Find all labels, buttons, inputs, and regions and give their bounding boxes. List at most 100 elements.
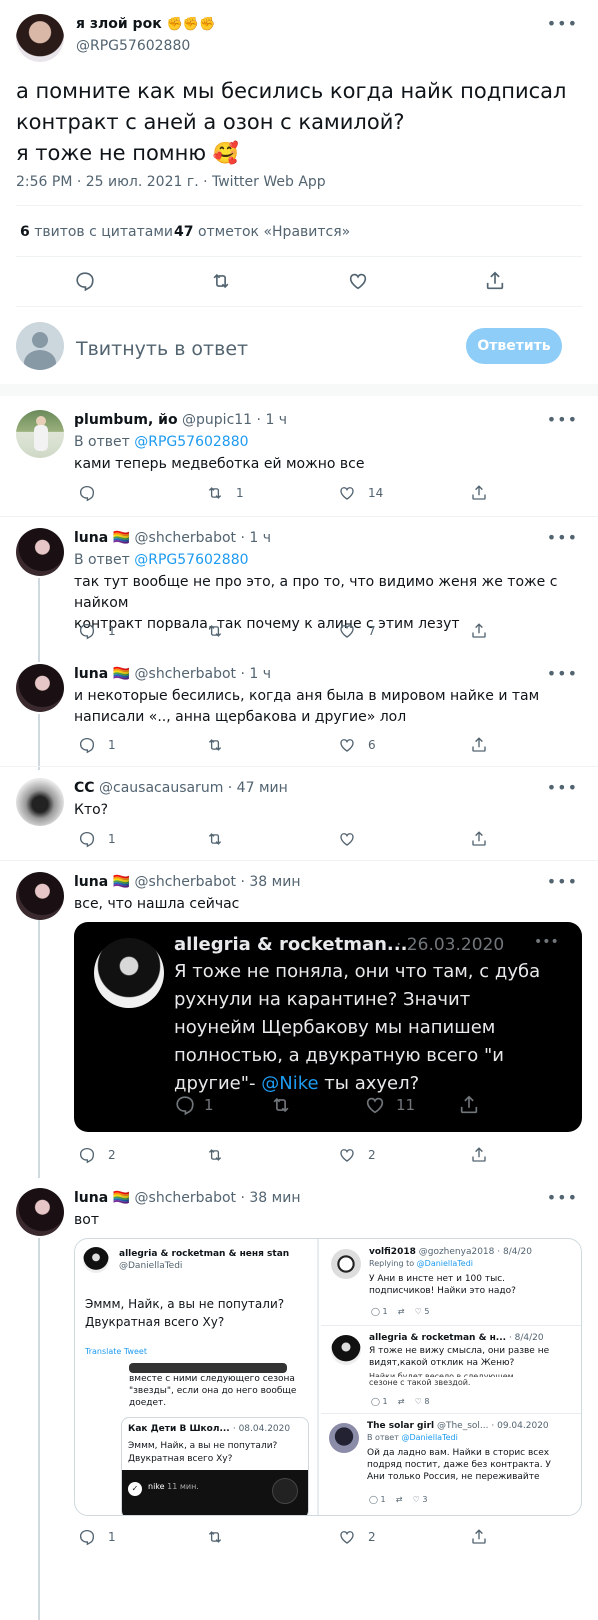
retweet-icon[interactable]: [210, 270, 232, 292]
author-name[interactable]: CC: [74, 780, 95, 796]
more-options-icon[interactable]: •••: [547, 14, 578, 33]
reply-icon: [79, 485, 95, 502]
author-handle[interactable]: @pupic11: [182, 412, 252, 428]
author-handle[interactable]: @shcherbabot: [135, 1190, 237, 1206]
reply-button[interactable]: 1: [78, 736, 116, 754]
collage-ball-image: [272, 1478, 298, 1504]
author-handle[interactable]: @RPG57602880: [76, 38, 190, 54]
share-button[interactable]: [470, 1146, 500, 1164]
avatar[interactable]: [16, 14, 64, 62]
more-options-icon[interactable]: •••: [547, 410, 578, 429]
author-handle[interactable]: @shcherbabot: [135, 874, 237, 890]
author-name[interactable]: luna: [74, 666, 108, 682]
author-name[interactable]: luna: [74, 1190, 108, 1206]
retweet-button[interactable]: [206, 830, 236, 848]
like-icon: [340, 1531, 354, 1544]
retweet-icon: [208, 739, 222, 751]
share-button[interactable]: [470, 622, 500, 640]
timestamp[interactable]: · 38 мин: [241, 874, 301, 890]
reply-input[interactable]: Твитнуть в ответ: [76, 338, 248, 360]
collage-nike-story: ✓ nike 11 мин.: [122, 1470, 308, 1515]
avatar[interactable]: [16, 778, 64, 826]
timestamp[interactable]: · 1 ч: [257, 412, 288, 428]
collage-nike-label: nike 11 мин.: [148, 1482, 199, 1491]
retweet-button[interactable]: [206, 1528, 236, 1546]
like-button[interactable]: 2: [338, 1146, 376, 1164]
collage-replying: В ответ @DaniellaTedi: [367, 1433, 458, 1442]
more-options-icon[interactable]: •••: [547, 664, 578, 683]
retweet-icon: [208, 1531, 222, 1543]
retweet-button[interactable]: [206, 1146, 236, 1164]
collage-image[interactable]: allegria & rocketman & неня stan @Daniel…: [74, 1238, 582, 1516]
share-button[interactable]: [470, 1528, 500, 1546]
reply-icon[interactable]: [74, 270, 96, 292]
more-options-icon[interactable]: •••: [547, 1188, 578, 1207]
retweet-icon: [208, 625, 222, 637]
collage-counts: ◯ 1 ⇄ ♡ 3: [369, 1495, 428, 1504]
author-name[interactable]: luna: [74, 874, 108, 890]
reply-button[interactable]: 1: [78, 622, 116, 640]
avatar[interactable]: [16, 1188, 64, 1236]
reply-header: CC @causacausarum · 47 мин: [74, 778, 288, 799]
collage-quote-text: Эммм, Найк, а вы не попутали? Двукратная …: [128, 1441, 278, 1464]
collage-right-bottom: The solar girl @The_sol... · 09.04.2020 …: [321, 1415, 581, 1515]
reply-button[interactable]: 2: [78, 1146, 116, 1164]
avatar[interactable]: [16, 410, 64, 458]
embedded-reply-icon: [176, 1096, 194, 1116]
mention-link[interactable]: @RPG57602880: [134, 434, 248, 450]
author-name[interactable]: plumbum, йо: [74, 412, 178, 428]
reply-header: luna 🏳️‍🌈 @shcherbabot · 38 мин: [74, 1188, 300, 1209]
likes-stat[interactable]: 47 отметок «Нравится»: [174, 224, 350, 240]
avatar[interactable]: [16, 528, 64, 576]
like-button[interactable]: 14: [338, 484, 383, 502]
nike-logo-icon: ✓: [128, 1482, 142, 1496]
reply-button[interactable]: 1: [78, 830, 116, 848]
avatar[interactable]: [16, 664, 64, 712]
embedded-retweet-icon: [273, 1097, 289, 1113]
reply-button[interactable]: [78, 484, 108, 502]
collage-text: У Ани в инсте нет и 100 тыс. подписчиков!…: [369, 1274, 516, 1296]
reply-button[interactable]: 1: [78, 1528, 116, 1546]
retweet-button[interactable]: [206, 622, 236, 640]
author-handle[interactable]: @shcherbabot: [135, 666, 237, 682]
reply-to: В ответ @RPG57602880: [74, 434, 249, 450]
reply-text: все, что нашла сейчас: [74, 896, 240, 912]
avatar[interactable]: [16, 872, 64, 920]
retweet-button[interactable]: [206, 736, 236, 754]
author-handle[interactable]: @causacausarum: [99, 780, 223, 796]
fist-emoji-icon: ✊✊✊: [166, 17, 216, 32]
timestamp[interactable]: · 1 ч: [241, 530, 272, 546]
author-handle[interactable]: @shcherbabot: [135, 530, 237, 546]
share-icon[interactable]: [484, 270, 506, 292]
collage-header: allegria & rocketman & н... · 8/4/20: [369, 1333, 544, 1343]
retweet-button[interactable]: 1: [206, 484, 244, 502]
rainbow-flag-icon: 🏳️‍🌈: [112, 530, 131, 546]
share-button[interactable]: [470, 484, 500, 502]
like-button[interactable]: 2: [338, 1528, 376, 1546]
collage-replying: Replying to @DaniellaTedi: [369, 1259, 474, 1268]
like-icon[interactable]: [347, 270, 369, 292]
more-options-icon[interactable]: •••: [547, 778, 578, 797]
reply-submit-button[interactable]: Ответить: [466, 328, 562, 364]
like-button[interactable]: 6: [338, 736, 376, 754]
more-options-icon[interactable]: •••: [547, 528, 578, 547]
share-button[interactable]: [470, 736, 500, 754]
rainbow-flag-icon: 🏳️‍🌈: [112, 666, 131, 682]
like-button[interactable]: [338, 830, 368, 848]
collage-name: allegria & rocketman & неня stan: [119, 1249, 290, 1259]
tweet-meta[interactable]: 2:56 PM · 25 июл. 2021 г. · Twitter Web …: [16, 174, 326, 190]
timestamp[interactable]: · 1 ч: [241, 666, 272, 682]
like-icon: [340, 833, 354, 846]
timestamp[interactable]: · 38 мин: [241, 1190, 301, 1206]
author-name[interactable]: я злой рок ✊✊✊: [76, 16, 215, 32]
mention-link[interactable]: @RPG57602880: [134, 552, 248, 568]
embedded-screenshot[interactable]: allegria & rocketman... · 26.03.2020 •••…: [74, 922, 582, 1132]
reply-icon: [79, 831, 95, 848]
like-button[interactable]: 7: [338, 622, 376, 640]
embedded-share-icon: [460, 1095, 478, 1114]
quotes-stat[interactable]: 6 твитов с цитатами: [20, 224, 173, 240]
author-name[interactable]: luna: [74, 530, 108, 546]
share-button[interactable]: [470, 830, 500, 848]
more-options-icon[interactable]: •••: [547, 872, 578, 891]
timestamp[interactable]: · 47 мин: [228, 780, 288, 796]
